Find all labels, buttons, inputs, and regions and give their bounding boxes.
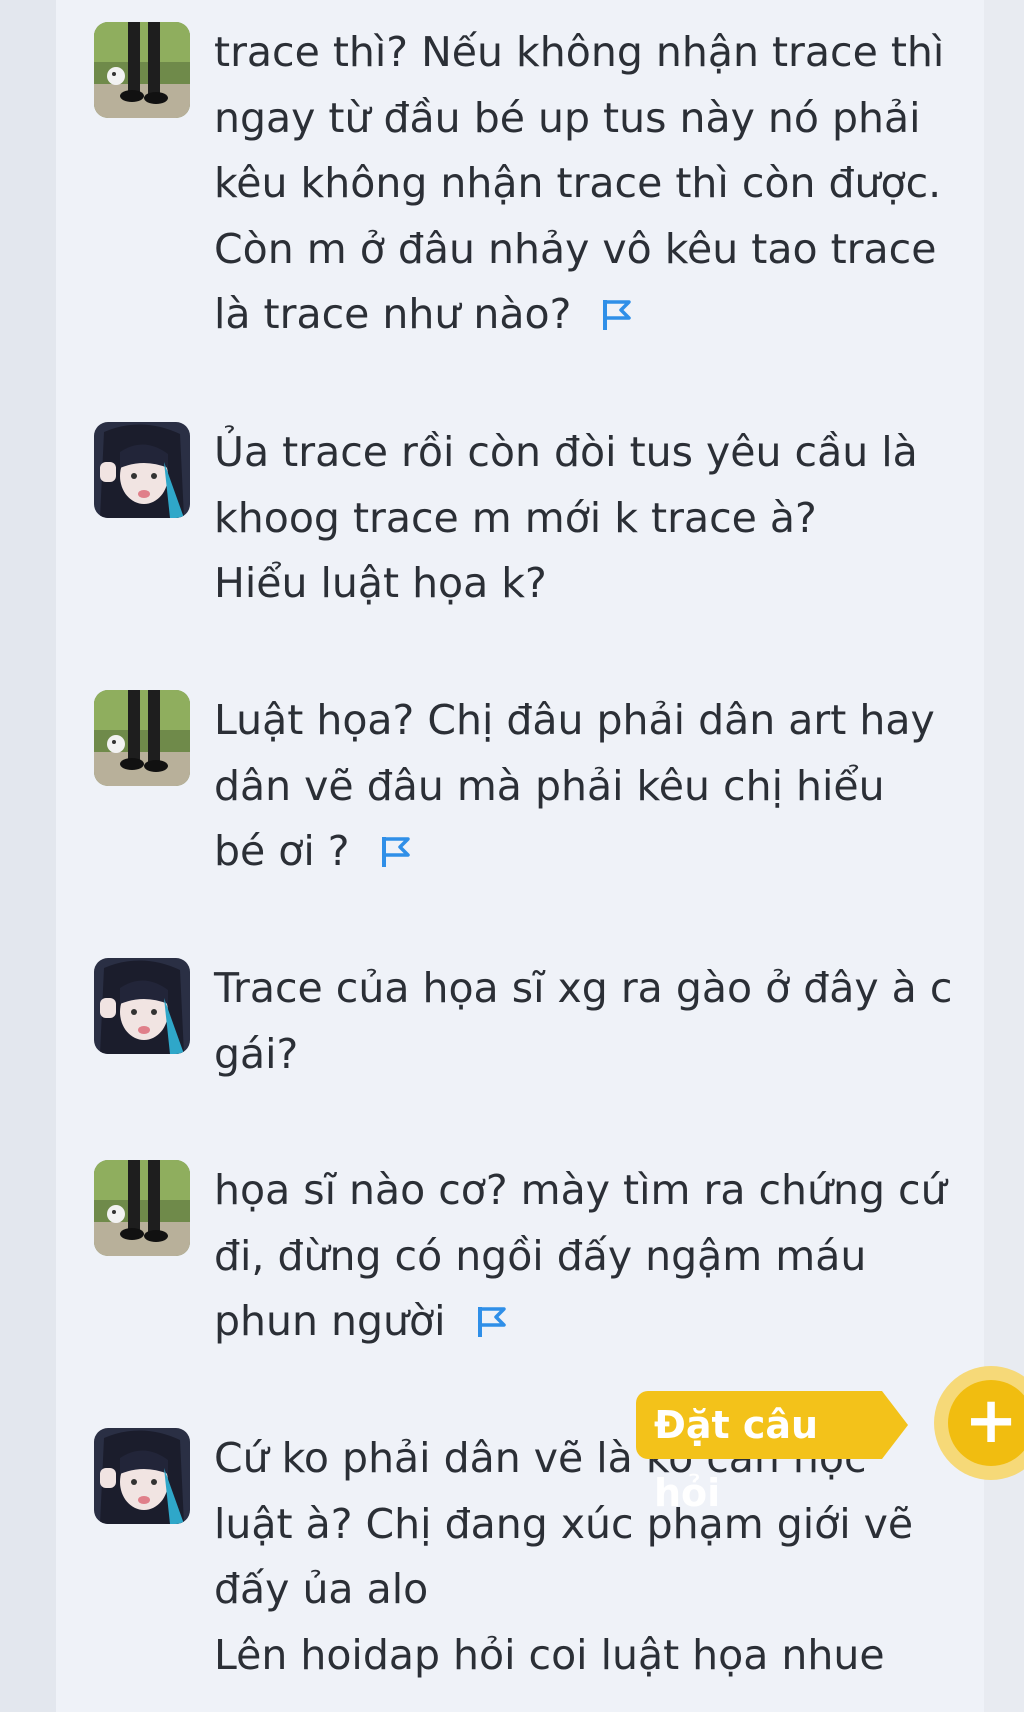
comment-line: là trace như nào?	[214, 290, 572, 338]
user-avatar[interactable]	[94, 1160, 190, 1256]
comment-line: họa sĩ nào cơ? mày tìm ra chứng cứ	[214, 1166, 947, 1214]
comment-line: luật à? Chị đang xúc phạm giới vẽ	[214, 1499, 914, 1548]
comment-text: Cứ ko phải dân vẽ là ko cần học luật à? …	[214, 1426, 954, 1688]
comment-line: kêu không nhận trace thì còn được.	[214, 159, 942, 207]
user-avatar[interactable]	[94, 422, 190, 518]
comment-last-line: là trace như nào?	[214, 282, 954, 352]
comment-line: Trace của họa sĩ xg ra gào ở đây à c	[214, 964, 953, 1012]
comment-text: Ủa trace rồi còn đòi tus yêu cầu là khoo…	[214, 420, 954, 617]
comment-text: Trace của họa sĩ xg ra gào ở đây à c gái…	[214, 956, 954, 1087]
comment-line: bé ơi ?	[214, 827, 350, 875]
comment-line: Luật họa? Chị đâu phải dân art hay	[214, 696, 935, 744]
comment-line: khoog trace m mới k trace à?	[214, 493, 817, 542]
report-flag-icon[interactable]	[378, 823, 414, 889]
comment-line: ngay từ đầu bé up tus này nó phải	[214, 93, 921, 142]
plus-icon: +	[948, 1380, 1024, 1466]
comment-line: đấy ủa alo	[214, 1565, 429, 1613]
comment-line: phun người	[214, 1297, 446, 1345]
user-avatar[interactable]	[94, 22, 190, 118]
comment-last-line: bé ơi ?	[214, 819, 954, 889]
comment-line: Hiểu luật họa k?	[214, 559, 547, 607]
comment-line: gái?	[214, 1029, 299, 1078]
comment-text: họa sĩ nào cơ? mày tìm ra chứng cứ đi, đ…	[214, 1158, 954, 1359]
comment-line: dân vẽ đâu mà phải kêu chị hiểu	[214, 761, 885, 810]
user-avatar[interactable]	[94, 1428, 190, 1524]
ask-question-label[interactable]: Đặt câu hỏi	[636, 1391, 882, 1515]
comment-text: Luật họa? Chị đâu phải dân art hay dân v…	[214, 688, 954, 889]
comment-line: trace thì? Nếu không nhận trace thì	[214, 28, 945, 76]
comment-line: Lên hoidap hỏi coi luật họa nhue	[214, 1630, 885, 1679]
comment-text: trace thì? Nếu không nhận trace thì ngay…	[214, 20, 954, 352]
comment-last-line: phun người	[214, 1289, 954, 1359]
user-avatar[interactable]	[94, 690, 190, 786]
comment-line: đi, đừng có ngồi đấy ngậm máu	[214, 1231, 867, 1280]
ask-question-label-arrow	[882, 1391, 908, 1459]
comment-line: Còn m ở đâu nhảy vô kêu tao trace	[214, 224, 937, 273]
report-flag-icon[interactable]	[599, 286, 635, 352]
user-avatar[interactable]	[94, 958, 190, 1054]
comment-line: Ủa trace rồi còn đòi tus yêu cầu là	[214, 428, 918, 476]
report-flag-icon[interactable]	[474, 1293, 510, 1359]
